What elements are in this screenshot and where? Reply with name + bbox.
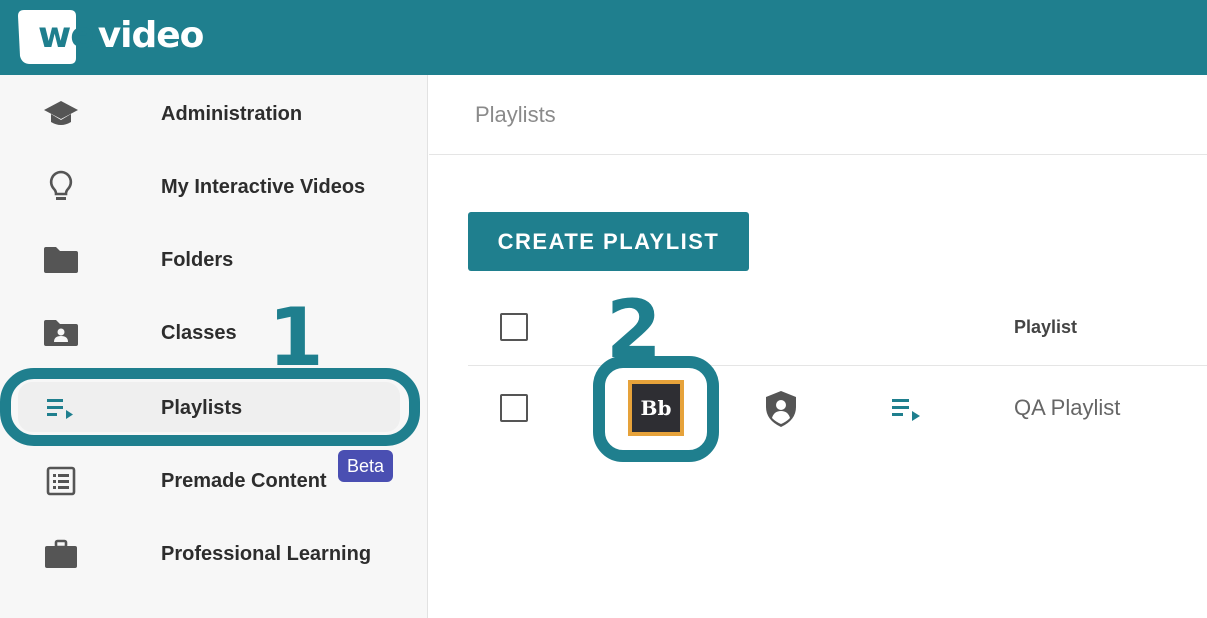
sidebar-item-playlists[interactable]: Playlists	[0, 372, 427, 444]
table-header: Playlist	[468, 288, 1207, 366]
breadcrumb-current-page: Playlists	[475, 102, 556, 127]
callout-number-1: 1	[268, 291, 324, 384]
row-checkbox[interactable]	[500, 394, 528, 422]
graduation-cap-icon	[42, 96, 80, 132]
table-row[interactable]: Bb QA Playlist	[468, 367, 1207, 449]
logo-text-video: video	[97, 15, 205, 56]
logo-text-we: we	[38, 15, 95, 56]
sidebar-item-classes[interactable]: Classes	[0, 297, 427, 369]
sidebar-item-folders[interactable]: Folders	[0, 224, 427, 296]
top-bar: we video	[0, 0, 1207, 75]
list-document-icon	[42, 463, 80, 499]
sidebar-item-label: My Interactive Videos	[161, 176, 366, 198]
sidebar-item-label: Administration	[161, 103, 303, 125]
folder-icon	[42, 242, 80, 278]
lightbulb-icon	[42, 169, 80, 205]
select-all-checkbox[interactable]	[500, 313, 528, 341]
sidebar-item-my-interactive-videos[interactable]: My Interactive Videos	[0, 151, 427, 223]
sidebar-item-label: Playlists	[161, 397, 243, 419]
beta-badge: Beta	[338, 450, 393, 482]
sidebar-item-label: Professional Learning	[161, 543, 372, 565]
blackboard-logo-text: Bb	[632, 384, 680, 432]
playlist-icon	[890, 396, 924, 427]
sidebar-item-professional-learning[interactable]: Professional Learning	[0, 518, 427, 590]
class-folder-icon	[42, 315, 80, 351]
playlists-table: Playlist Bb QA Playlist	[468, 288, 1207, 618]
blackboard-icon[interactable]: Bb	[628, 380, 684, 436]
playlist-title-link[interactable]: QA Playlist	[1014, 367, 1120, 449]
sidebar-item-label: Premade Content	[161, 470, 327, 492]
sidebar-item-label: Classes	[161, 322, 237, 344]
sidebar-item-label: Folders	[161, 249, 234, 271]
sidebar: Administration My Interactive Videos Fol…	[0, 75, 428, 618]
logo-wordmark: we video	[38, 15, 205, 56]
wevideo-logo[interactable]: we video	[16, 8, 204, 66]
column-header-playlist[interactable]: Playlist	[1014, 288, 1077, 366]
create-playlist-button[interactable]: CREATE PLAYLIST	[468, 212, 749, 271]
briefcase-icon	[42, 536, 80, 572]
callout-number-2: 2	[606, 283, 662, 376]
shield-user-icon	[764, 390, 798, 433]
app-window: we video Administration My Interactive Vi…	[0, 0, 1207, 618]
breadcrumb: Playlists	[429, 75, 1207, 155]
sidebar-item-administration[interactable]: Administration	[0, 78, 427, 150]
playlist-icon	[42, 390, 80, 426]
